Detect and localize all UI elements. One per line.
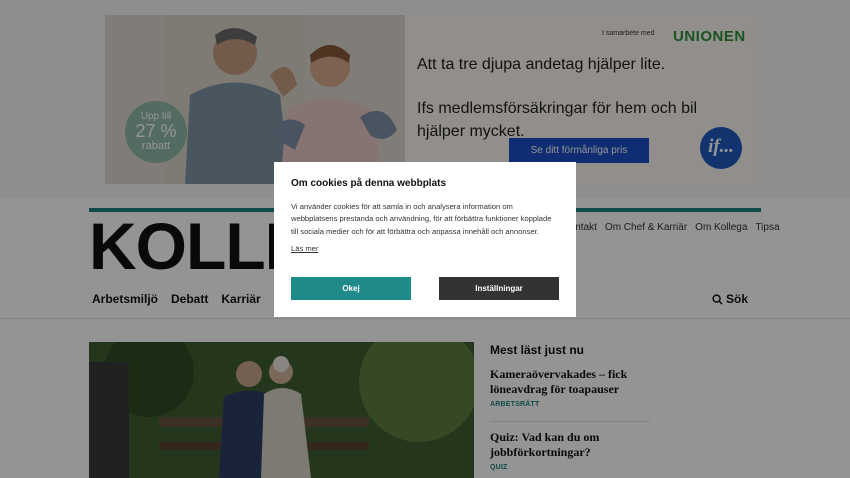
cookie-settings-button[interactable]: Inställningar [439, 277, 559, 300]
read-more-link[interactable]: Läs mer [291, 244, 318, 253]
cookie-dialog-title: Om cookies på denna webbplats [291, 178, 447, 189]
cookie-dialog: Om cookies på denna webbplats Vi använde… [274, 162, 576, 317]
cookie-dialog-body: Vi använder cookies för att samla in och… [291, 202, 552, 236]
accept-cookies-button[interactable]: Okej [291, 277, 411, 300]
